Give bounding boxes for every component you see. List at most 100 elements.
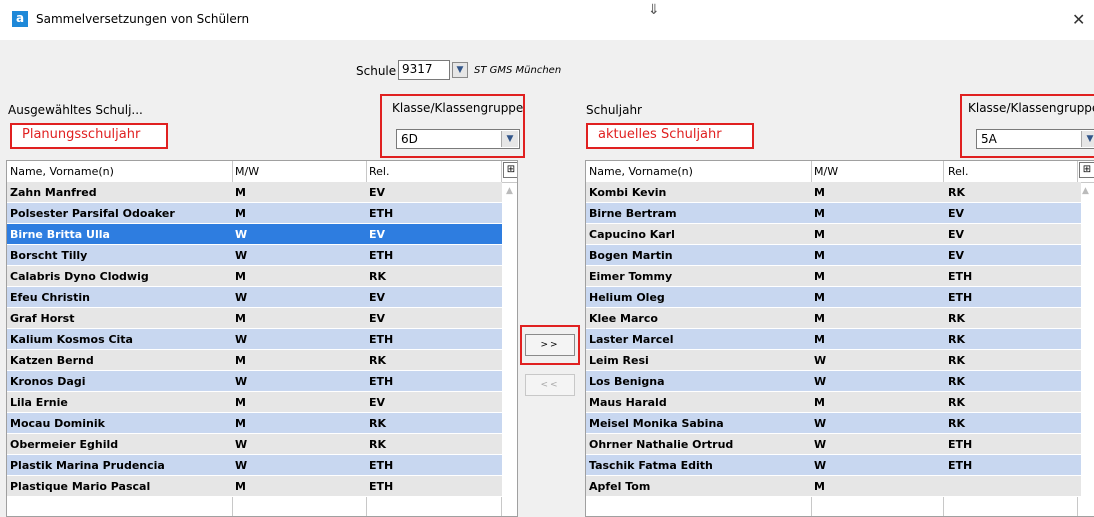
column-header-mw[interactable]: M/W xyxy=(814,165,838,178)
cell-name: Mocau Dominik xyxy=(10,417,105,430)
left-class-label: Klasse/Klassengruppe xyxy=(392,101,524,115)
table-row[interactable]: Ohrner Nathalie Ortrud W ETH xyxy=(586,434,1081,455)
cell-mw: W xyxy=(814,354,827,367)
cell-mw: W xyxy=(814,438,827,451)
cell-mw: M xyxy=(814,291,825,304)
drag-arrow-icon[interactable]: ⇓ xyxy=(648,2,660,18)
cell-rel: EV xyxy=(369,228,386,241)
move-left-button[interactable]: << xyxy=(525,374,575,396)
title-bar: a Sammelversetzungen von Schülern ⇓ ✕ xyxy=(0,0,1094,40)
table-row[interactable]: Meisel Monika Sabina W RK xyxy=(586,413,1081,434)
cell-mw: M xyxy=(235,480,246,493)
column-options-icon[interactable]: ⊞ xyxy=(503,162,517,178)
cell-rel: EV xyxy=(369,186,386,199)
table-row[interactable]: Polsester Parsifal Odoaker M ETH xyxy=(7,203,502,224)
table-row[interactable]: Kalium Kosmos Cita W ETH xyxy=(7,329,502,350)
cell-rel: EV xyxy=(369,291,386,304)
table-row[interactable]: Helium Oleg M ETH xyxy=(586,287,1081,308)
table-row[interactable]: Klee Marco M RK xyxy=(586,308,1081,329)
right-class-group: Klasse/Klassengruppe 5A ▼ xyxy=(960,94,1094,158)
table-row[interactable]: Bogen Martin M EV xyxy=(586,245,1081,266)
table-row[interactable]: Katzen Bernd M RK xyxy=(7,350,502,371)
cell-name: Calabris Dyno Clodwig xyxy=(10,270,149,283)
table-row[interactable]: Birne Britta Ulla W EV xyxy=(7,224,502,245)
left-annotation-label: Planungsschuljahr xyxy=(10,123,168,149)
chevron-down-icon: ▼ xyxy=(501,131,518,147)
cell-rel: RK xyxy=(948,333,965,346)
table-row[interactable]: Leim Resi W RK xyxy=(586,350,1081,371)
cell-name: Kalium Kosmos Cita xyxy=(10,333,133,346)
column-header-mw[interactable]: M/W xyxy=(235,165,259,178)
cell-name: Capucino Karl xyxy=(589,228,675,241)
cell-rel: EV xyxy=(948,249,965,262)
table-row[interactable]: Kronos Dagi W ETH xyxy=(7,371,502,392)
cell-name: Birne Bertram xyxy=(589,207,677,220)
table-row[interactable]: Lila Ernie M EV xyxy=(7,392,502,413)
cell-rel: ETH xyxy=(948,459,973,472)
cell-rel: RK xyxy=(369,438,386,451)
left-student-table: Name, Vorname(n) M/W Rel. ⊞ ▲ Zahn Manfr… xyxy=(6,160,518,517)
cell-mw: W xyxy=(235,333,248,346)
cell-name: Leim Resi xyxy=(589,354,649,367)
cell-name: Lila Ernie xyxy=(10,396,68,409)
table-row[interactable]: Obermeier Eghild W RK xyxy=(7,434,502,455)
left-class-select[interactable]: 6D ▼ xyxy=(396,129,520,149)
table-row[interactable]: Plastique Mario Pascal M ETH xyxy=(7,476,502,497)
cell-rel: ETH xyxy=(948,270,973,283)
table-row[interactable]: Capucino Karl M EV xyxy=(586,224,1081,245)
column-header-rel[interactable]: Rel. xyxy=(369,165,389,178)
left-class-value: 6D xyxy=(401,132,418,146)
chevron-down-icon: ▼ xyxy=(456,65,464,75)
scroll-up-icon[interactable]: ▲ xyxy=(506,186,513,196)
table-row[interactable]: Maus Harald M RK xyxy=(586,392,1081,413)
cell-name: Apfel Tom xyxy=(589,480,651,493)
table-row[interactable]: Mocau Dominik M RK xyxy=(7,413,502,434)
cell-name: Plastique Mario Pascal xyxy=(10,480,151,493)
table-row[interactable]: Efeu Christin W EV xyxy=(7,287,502,308)
table-row[interactable]: Birne Bertram M EV xyxy=(586,203,1081,224)
cell-rel: RK xyxy=(948,375,965,388)
cell-name: Efeu Christin xyxy=(10,291,90,304)
cell-name: Bogen Martin xyxy=(589,249,673,262)
table-row[interactable]: Laster Marcel M RK xyxy=(586,329,1081,350)
cell-mw: W xyxy=(814,459,827,472)
cell-rel: ETH xyxy=(948,438,973,451)
close-icon[interactable]: ✕ xyxy=(1072,10,1085,29)
scroll-up-icon[interactable]: ▲ xyxy=(1082,186,1089,196)
cell-rel: ETH xyxy=(369,459,394,472)
right-class-value: 5A xyxy=(981,132,997,146)
left-section-label: Ausgewähltes Schulj... xyxy=(8,103,143,117)
move-right-button[interactable]: >> xyxy=(525,334,575,356)
table-row[interactable]: Zahn Manfred M EV xyxy=(7,182,502,203)
table-row[interactable]: Kombi Kevin M RK xyxy=(586,182,1081,203)
right-annotation-label: aktuelles Schuljahr xyxy=(586,123,754,149)
column-header-name[interactable]: Name, Vorname(n) xyxy=(589,165,693,178)
cell-name: Katzen Bernd xyxy=(10,354,94,367)
cell-mw: M xyxy=(235,207,246,220)
column-options-icon[interactable]: ⊞ xyxy=(1079,162,1094,178)
cell-rel: RK xyxy=(369,354,386,367)
cell-mw: M xyxy=(814,249,825,262)
cell-name: Birne Britta Ulla xyxy=(10,228,110,241)
cell-mw: M xyxy=(235,396,246,409)
column-header-rel[interactable]: Rel. xyxy=(948,165,968,178)
chevron-down-icon: ▼ xyxy=(1081,131,1094,147)
table-row[interactable]: Eimer Tommy M ETH xyxy=(586,266,1081,287)
table-row[interactable]: Calabris Dyno Clodwig M RK xyxy=(7,266,502,287)
cell-rel: RK xyxy=(948,417,965,430)
school-dropdown-button[interactable]: ▼ xyxy=(452,62,468,78)
table-row[interactable]: Graf Horst M EV xyxy=(7,308,502,329)
table-row[interactable]: Taschik Fatma Edith W ETH xyxy=(586,455,1081,476)
cell-rel: RK xyxy=(948,312,965,325)
table-row[interactable]: Plastik Marina Prudencia W ETH xyxy=(7,455,502,476)
column-header-name[interactable]: Name, Vorname(n) xyxy=(10,165,114,178)
table-row[interactable]: Los Benigna W RK xyxy=(586,371,1081,392)
school-code-field[interactable]: 9317 xyxy=(398,60,450,80)
cell-mw: M xyxy=(814,480,825,493)
cell-rel: ETH xyxy=(369,249,394,262)
right-class-select[interactable]: 5A ▼ xyxy=(976,129,1094,149)
cell-name: Klee Marco xyxy=(589,312,658,325)
cell-mw: M xyxy=(235,270,246,283)
table-row[interactable]: Apfel Tom M xyxy=(586,476,1081,497)
table-row[interactable]: Borscht Tilly W ETH xyxy=(7,245,502,266)
